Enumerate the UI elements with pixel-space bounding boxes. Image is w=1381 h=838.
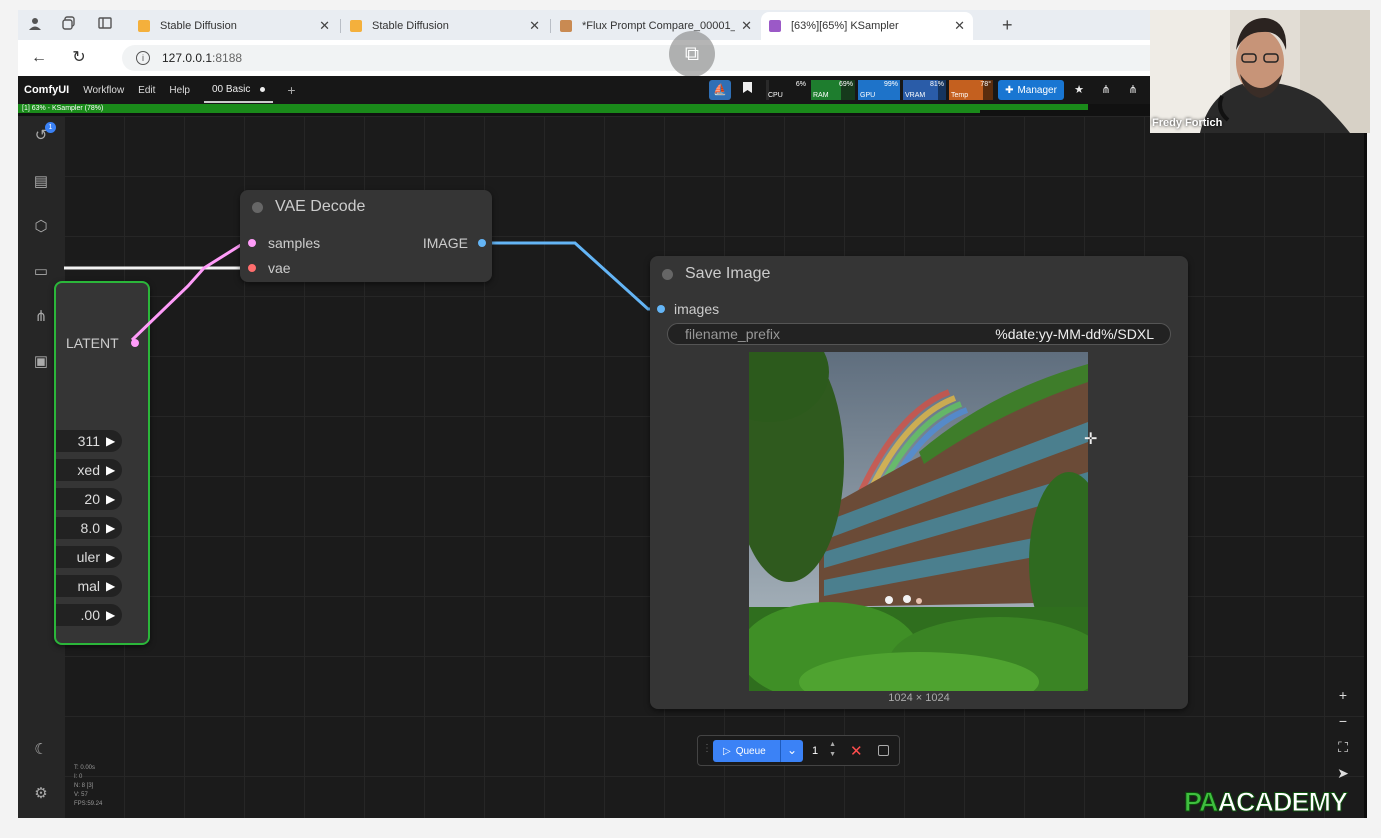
close-tab-icon[interactable]: ✕ <box>319 18 330 34</box>
images-input-slot[interactable]: images <box>657 301 719 317</box>
queue-split-divider <box>780 740 781 762</box>
crosshair-cursor-icon: ✛ <box>1084 431 1098 448</box>
images-input-dot[interactable] <box>657 305 665 313</box>
close-tab-icon[interactable]: ✕ <box>741 18 752 34</box>
image-output-slot[interactable]: IMAGE <box>423 235 486 251</box>
tab-separator <box>340 19 341 33</box>
save-image-node[interactable]: Save Image images filename_prefix %date:… <box>650 256 1188 709</box>
tab-separator <box>550 19 551 33</box>
vae-input-dot[interactable] <box>248 264 256 272</box>
browser-tab[interactable]: Stable Diffusion ✕ <box>342 12 548 40</box>
url-field[interactable]: i 127.0.0.1:8188 <box>122 45 1162 71</box>
browser-tab[interactable]: *Flux Prompt Compare_00001_ ✕ <box>552 12 760 40</box>
watermark-pa: PA <box>1184 787 1219 818</box>
vae-decode-title-bar[interactable]: VAE Decode <box>240 190 492 224</box>
share-screen-icon[interactable]: ⧉ <box>669 31 715 77</box>
save-image-title-bar[interactable]: Save Image <box>650 256 1188 292</box>
filename-prefix-value: %date:yy-MM-dd%/SDXL <box>995 326 1154 342</box>
comfyui-favicon-icon <box>769 20 781 32</box>
drag-handle-icon[interactable]: ⋮ <box>702 743 712 754</box>
address-bar-row: ← ↻ i 127.0.0.1:8188 <box>18 40 1162 76</box>
zoom-out-icon[interactable]: − <box>1328 708 1358 734</box>
watermark-academy: ACADEMY <box>1217 787 1349 818</box>
close-tab-icon[interactable]: ✕ <box>529 18 540 34</box>
fit-view-icon[interactable]: ⛶ <box>1328 734 1358 760</box>
vae-input-slot[interactable]: vae <box>248 260 291 276</box>
batch-count-input[interactable]: 1 ▲ ▼ <box>810 740 840 762</box>
stepper-arrows-icon[interactable]: ▲ ▼ <box>829 740 836 760</box>
presenter-name: Fredy Fortich <box>1152 117 1223 129</box>
progress-text: [1] 63% - KSampler (78%) <box>22 105 104 112</box>
back-arrow-icon[interactable]: ← <box>30 49 48 67</box>
canvas-zoom-controls: + − ⛶ ➤ <box>1328 682 1358 792</box>
vae-decode-node[interactable]: VAE Decode samples vae IMAGE <box>240 190 492 282</box>
stable-diffusion-favicon-icon <box>138 20 150 32</box>
tab-title: [63%][65%] KSampler <box>791 20 899 32</box>
tab-title: Stable Diffusion <box>372 20 449 32</box>
url-host: 127.0.0.1 <box>162 51 213 65</box>
browser-tab[interactable]: Stable Diffusion ✕ <box>130 12 338 40</box>
image-dimensions: 1024 × 1024 <box>888 692 950 704</box>
screen: Stable Diffusion ✕ Stable Diffusion ✕ *F… <box>0 0 1381 838</box>
queue-button[interactable]: ▷ Queue ⌄ <box>713 740 803 762</box>
profile-icon[interactable] <box>26 16 44 34</box>
site-info-icon[interactable]: i <box>136 51 150 65</box>
image-link <box>481 241 660 311</box>
samples-input-slot[interactable]: samples <box>248 235 320 251</box>
vae-label: vae <box>268 260 291 276</box>
comfyui-app: ComfyUI Workflow Edit Help 00 Basic + ⛵ … <box>18 76 1366 818</box>
collapse-dot-icon[interactable] <box>252 201 263 213</box>
generated-image-preview[interactable] <box>749 352 1088 691</box>
vertical-tabs-icon[interactable] <box>96 16 114 34</box>
play-icon: ▷ <box>723 745 731 757</box>
save-image-title: Save Image <box>685 265 771 282</box>
reload-icon[interactable]: ↻ <box>70 49 88 67</box>
collapse-dot-icon[interactable] <box>662 268 673 280</box>
stop-square-icon[interactable] <box>878 745 889 756</box>
batch-count-value: 1 <box>812 745 819 757</box>
image-output-label: IMAGE <box>422 235 468 251</box>
filename-prefix-label: filename_prefix <box>685 326 780 342</box>
chevron-down-icon[interactable]: ⌄ <box>787 743 797 757</box>
vae-decode-title: VAE Decode <box>275 198 366 215</box>
workspaces-icon[interactable] <box>60 16 78 34</box>
queue-bar: ⋮ ▷ Queue ⌄ 1 ▲ ▼ ✕ <box>697 735 900 766</box>
image-favicon-icon <box>560 20 572 32</box>
image-output-dot[interactable] <box>478 239 486 247</box>
samples-label: samples <box>268 235 321 251</box>
window-edge <box>1364 133 1367 818</box>
stable-diffusion-favicon-icon <box>350 20 362 32</box>
queue-label: Queue <box>735 745 766 757</box>
close-tab-icon[interactable]: ✕ <box>954 18 965 34</box>
filename-prefix-widget[interactable]: filename_prefix %date:yy-MM-dd%/SDXL <box>667 323 1171 345</box>
browser-tab-bar: Stable Diffusion ✕ Stable Diffusion ✕ *F… <box>18 10 1150 40</box>
locate-arrow-icon[interactable]: ➤ <box>1328 760 1358 786</box>
presenter-video <box>1150 10 1370 133</box>
samples-input-dot[interactable] <box>248 239 256 247</box>
url-port: :8188 <box>212 51 243 65</box>
images-label: images <box>674 301 720 317</box>
pa-academy-watermark-logo: PAACADEMY <box>1184 787 1364 821</box>
zoom-in-icon[interactable]: + <box>1328 682 1358 708</box>
browser-tab-active[interactable]: [63%][65%] KSampler ✕ <box>761 12 973 40</box>
latent-link <box>130 241 245 342</box>
tab-title: Stable Diffusion <box>160 20 237 32</box>
webcam-overlay: Fredy Fortich <box>1150 10 1370 133</box>
cancel-queue-icon[interactable]: ✕ <box>850 742 863 760</box>
new-tab-icon[interactable]: + <box>1002 15 1013 36</box>
tab-title: *Flux Prompt Compare_00001_ <box>582 20 736 32</box>
